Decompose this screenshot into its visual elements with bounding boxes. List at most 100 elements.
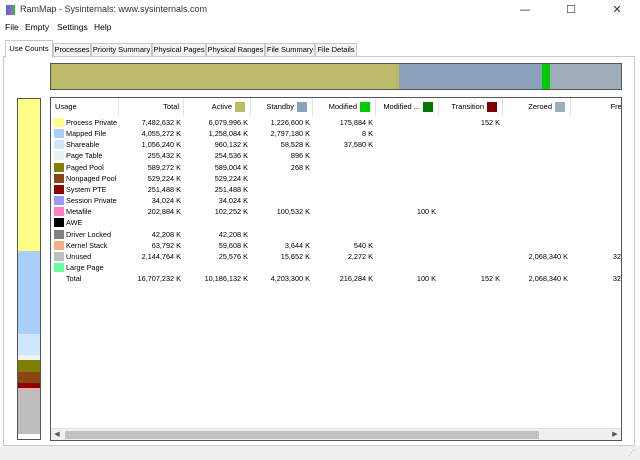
value-cell: 16,707,232 K bbox=[137, 274, 181, 284]
value-cell bbox=[313, 262, 376, 273]
value-cell bbox=[439, 240, 503, 251]
value-cell bbox=[439, 206, 503, 217]
column-header[interactable]: Standby bbox=[251, 98, 313, 116]
value-cell bbox=[251, 173, 313, 184]
value-cell: 42,208 K bbox=[218, 229, 248, 239]
value-cell bbox=[376, 262, 439, 273]
value-cell bbox=[313, 184, 376, 195]
menu-empty[interactable]: Empty bbox=[25, 22, 49, 32]
tab-file-summary[interactable]: File Summary bbox=[265, 43, 315, 57]
column-header-label: Transition bbox=[451, 102, 484, 111]
table-row[interactable]: Session Private 34,024 K 34,024 K bbox=[51, 195, 621, 206]
table-row[interactable]: Process Private 7,482,632 K 6,079,996 K 1,2… bbox=[51, 117, 621, 128]
tab-physical-pages[interactable]: Physical Pages bbox=[152, 43, 206, 57]
value-cell bbox=[251, 217, 313, 228]
column-color-swatch bbox=[487, 102, 497, 112]
usage-label: AWE bbox=[66, 218, 83, 228]
value-cell bbox=[571, 262, 621, 273]
usage-bar-segment bbox=[18, 360, 40, 373]
usage-label: Driver Locked bbox=[66, 229, 112, 239]
value-cell bbox=[571, 195, 621, 206]
value-cell: 152 K bbox=[480, 118, 500, 127]
column-header-label: Usage bbox=[55, 102, 77, 111]
table-row[interactable]: Page Table 255,432 K 254,536 K 896 K bbox=[51, 150, 621, 161]
column-header-label: Modified ... bbox=[383, 102, 420, 111]
column-header-label: Zeroed bbox=[528, 102, 552, 111]
column-header-label: Modified bbox=[328, 102, 357, 111]
maximize-button[interactable]: ☐ bbox=[548, 0, 594, 20]
value-cell: 37,580 K bbox=[343, 140, 373, 150]
column-header[interactable]: Zeroed bbox=[503, 98, 571, 116]
value-cell bbox=[376, 184, 439, 195]
table-row[interactable]: System PTE 251,488 K 251,488 K bbox=[51, 184, 621, 195]
usage-bar-segment bbox=[18, 390, 40, 434]
usage-label: Mapped File bbox=[66, 129, 107, 139]
table-row[interactable]: Total 16,707,232 K 10,186,132 K 4,203,300 K… bbox=[51, 273, 621, 284]
value-cell bbox=[503, 229, 571, 240]
table-row[interactable]: Paged Pool 589,272 K 589,004 K 268 K bbox=[51, 162, 621, 173]
value-cell: 216,284 K bbox=[339, 274, 373, 284]
value-cell: 10,186,132 K bbox=[204, 274, 248, 284]
usage-color-swatch bbox=[54, 173, 64, 183]
menu-file[interactable]: File bbox=[5, 22, 19, 32]
rammap-app-icon bbox=[6, 5, 15, 15]
menu-help[interactable]: Help bbox=[94, 22, 111, 32]
value-cell bbox=[376, 139, 439, 150]
column-header[interactable]: Usage bbox=[51, 98, 119, 116]
value-cell bbox=[119, 262, 184, 273]
table-row[interactable]: Unused 2,144,764 K 25,576 K 15,652 K 2,272 K… bbox=[51, 251, 622, 262]
table-row[interactable]: Large Page bbox=[51, 262, 621, 273]
usage-bar-segment bbox=[18, 333, 40, 356]
value-cell bbox=[376, 195, 439, 206]
tab-priority-summary[interactable]: Priority Summary bbox=[91, 43, 152, 57]
table-row[interactable]: Shareable 1,056,240 K 960,132 K 58,528 K 37,… bbox=[51, 139, 621, 150]
value-cell: 34,024 K bbox=[218, 196, 248, 206]
tab-processes[interactable]: Processes bbox=[53, 43, 91, 57]
table-row[interactable]: AWE bbox=[51, 217, 621, 228]
minimize-button[interactable]: — bbox=[502, 0, 548, 20]
horizontal-scrollbar[interactable]: ◀ ▶ bbox=[51, 428, 621, 440]
value-cell: 100,532 K bbox=[276, 207, 310, 217]
usage-label: Paged Pool bbox=[66, 162, 104, 172]
table-row[interactable]: Nonpaged Pool 529,224 K 529,224 K bbox=[51, 173, 621, 184]
table-row[interactable]: Driver Locked 42,208 K 42,208 K bbox=[51, 229, 621, 240]
value-cell bbox=[503, 206, 571, 217]
value-cell: 3,644 K bbox=[284, 240, 310, 250]
value-cell bbox=[503, 184, 571, 195]
usage-label: Kernel Stack bbox=[66, 240, 108, 250]
value-cell: 2,068,340 K bbox=[528, 274, 568, 284]
menu-settings[interactable]: Settings bbox=[57, 22, 88, 32]
table-row[interactable]: Mapped File 4,055,272 K 1,258,084 K 2,797,1… bbox=[51, 128, 621, 139]
resize-grip-icon[interactable]: ⋰ bbox=[628, 449, 637, 458]
column-header[interactable]: Modified bbox=[313, 98, 376, 116]
value-cell: 100 K bbox=[416, 274, 436, 284]
tab-file-details[interactable]: File Details bbox=[315, 43, 357, 57]
app-icon-stripe bbox=[12, 5, 15, 15]
value-cell bbox=[503, 128, 571, 139]
close-button[interactable]: ✕ bbox=[594, 0, 640, 20]
column-header[interactable]: Modified ... bbox=[376, 98, 439, 116]
value-cell bbox=[251, 262, 313, 273]
column-header[interactable]: Free bbox=[571, 98, 621, 116]
tab-use-counts[interactable]: Use Counts bbox=[5, 40, 53, 58]
value-cell: 63,792 K bbox=[151, 240, 181, 250]
status-bar: ⋰ bbox=[0, 446, 640, 460]
value-cell: 32, bbox=[612, 251, 622, 261]
scroll-left-arrow-icon[interactable]: ◀ bbox=[51, 429, 63, 440]
usage-label: System PTE bbox=[66, 184, 107, 194]
value-cell: 251,488 K bbox=[214, 184, 248, 194]
memory-usage-bar bbox=[17, 98, 41, 440]
table-row[interactable]: Metafile 202,884 K 102,252 K 100,532 K 100 K bbox=[51, 206, 621, 217]
scrollbar-thumb[interactable] bbox=[65, 431, 539, 439]
scroll-right-arrow-icon[interactable]: ▶ bbox=[609, 429, 621, 440]
value-cell bbox=[503, 240, 571, 251]
column-header[interactable]: Active bbox=[184, 98, 251, 116]
column-header[interactable]: Total bbox=[119, 98, 184, 116]
value-cell bbox=[439, 184, 503, 195]
state-bar-segment bbox=[549, 64, 621, 89]
table-row[interactable]: Kernel Stack 63,792 K 59,608 K 3,644 K 540 K bbox=[51, 240, 621, 251]
usage-bar-segment bbox=[18, 433, 40, 439]
column-header[interactable]: Transition bbox=[439, 98, 503, 116]
tab-physical-ranges[interactable]: Physical Ranges bbox=[206, 43, 265, 57]
use-counts-table: Usage Total Active Standby Modified Modified … bbox=[50, 97, 622, 441]
